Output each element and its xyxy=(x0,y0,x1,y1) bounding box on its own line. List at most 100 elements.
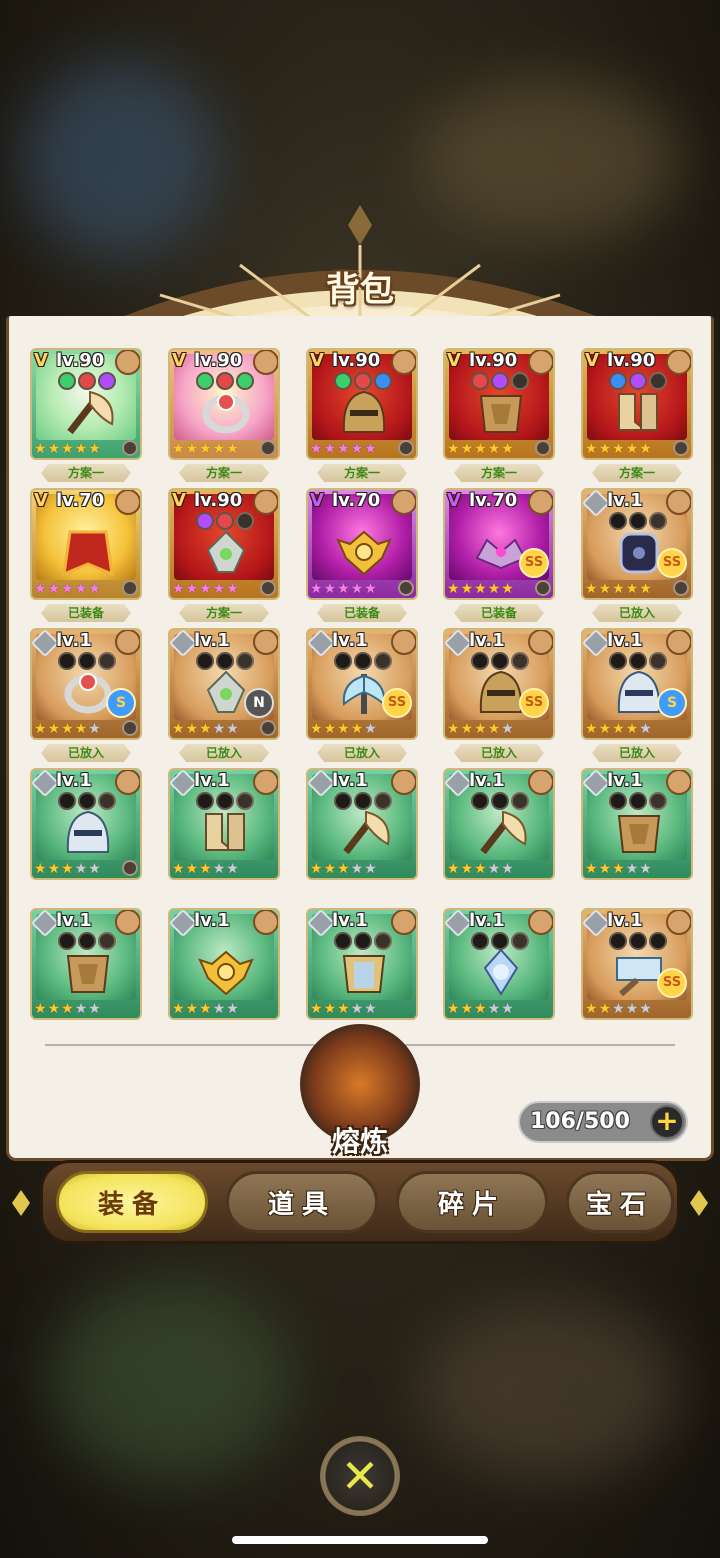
lock-icon xyxy=(260,720,276,736)
equipment-card[interactable]: Vlv.90 ★ ★ ★ ★ ★ xyxy=(30,348,142,460)
star-icon: ★ xyxy=(185,861,199,877)
star-rating: ★ ★ ★ ★ ★ xyxy=(34,581,101,597)
star-icon: ★ xyxy=(61,721,74,737)
equipment-card[interactable]: lv.1 SS ★ ★ ★ ★ ★ xyxy=(581,488,693,600)
equipment-card[interactable]: lv.1 ★ ★ ★ ★ ★ xyxy=(30,908,142,1020)
equipment-card[interactable]: lv.1 N ★ ★ ★ ★ ★ xyxy=(168,628,280,740)
equipment-card[interactable]: Vlv.70 ★ ★ ★ ★ ★ xyxy=(30,488,142,600)
star-icon: ★ xyxy=(639,581,652,597)
star-icon: ★ xyxy=(487,581,501,597)
equipment-card[interactable]: lv.1 ★ ★ ★ ★ ★ xyxy=(30,768,142,880)
star-icon: ★ xyxy=(460,861,474,877)
equipment-card[interactable]: Vlv.90 ★ ★ ★ ★ ★ xyxy=(168,348,280,460)
equipment-card[interactable]: lv.1 ★ ★ ★ ★ ★ xyxy=(168,768,280,880)
level-label: lv.1 xyxy=(607,770,643,791)
equipment-ring-icon xyxy=(202,393,250,434)
smelt-button[interactable]: 熔炼 xyxy=(300,1024,420,1158)
equip-status-tag: 已装备 xyxy=(454,604,544,622)
star-icon: ★ xyxy=(88,861,101,877)
star-icon: ★ xyxy=(350,721,364,737)
expand-capacity-button[interactable]: + xyxy=(650,1105,684,1139)
star-icon: ★ xyxy=(172,581,185,597)
equipment-card[interactable]: Vlv.70 SS ★ ★ ★ ★ ★ xyxy=(443,488,555,600)
star-icon: ★ xyxy=(47,441,61,457)
equipment-card[interactable]: Vlv.90 ★ ★ ★ ★ ★ xyxy=(443,348,555,460)
vip-badge: V xyxy=(310,350,324,371)
grade-badge: SS xyxy=(657,548,687,578)
lock-icon xyxy=(260,440,276,456)
equipment-card[interactable]: lv.1 ★ ★ ★ ★ ★ xyxy=(581,768,693,880)
star-icon: ★ xyxy=(310,721,323,737)
level-label: lv.1 xyxy=(56,910,92,931)
star-icon: ★ xyxy=(88,441,101,457)
capacity-text: 106/500 xyxy=(530,1109,630,1134)
hero-avatar-icon xyxy=(528,350,553,375)
tab-fragments[interactable]: 碎片 xyxy=(396,1171,548,1233)
star-icon: ★ xyxy=(501,441,514,457)
star-icon: ★ xyxy=(460,441,474,457)
equipment-card[interactable]: lv.1 SS ★ ★ ★ ★ ★ xyxy=(306,628,418,740)
level-label: lv.90 xyxy=(194,350,243,371)
star-icon: ★ xyxy=(226,581,239,597)
level-label: lv.1 xyxy=(607,630,643,651)
star-rating: ★ ★ ★ ★ ★ xyxy=(172,1001,239,1017)
vip-badge: V xyxy=(310,490,324,511)
level-label: lv.70 xyxy=(56,490,105,511)
equipment-card[interactable]: lv.1 SS ★ ★ ★ ★ ★ xyxy=(581,908,693,1020)
star-rating: ★ ★ ★ ★ ★ xyxy=(310,721,377,737)
star-icon: ★ xyxy=(74,721,88,737)
star-icon: ★ xyxy=(172,721,185,737)
equipment-card[interactable]: lv.1 SS ★ ★ ★ ★ ★ xyxy=(443,628,555,740)
equipment-boots-icon xyxy=(618,393,658,431)
star-icon: ★ xyxy=(310,441,323,457)
equip-status-tag: 方案一 xyxy=(41,464,131,482)
level-label: lv.90 xyxy=(194,490,243,511)
equipment-card[interactable]: lv.1 ★ ★ ★ ★ ★ xyxy=(443,908,555,1020)
equipment-card[interactable]: lv.1 ★ ★ ★ ★ ★ xyxy=(443,768,555,880)
equipment-card[interactable]: lv.1 S ★ ★ ★ ★ ★ xyxy=(581,628,693,740)
equipment-card[interactable]: lv.1 ★ ★ ★ ★ ★ xyxy=(306,768,418,880)
tab-equipment[interactable]: 装备 xyxy=(56,1171,208,1233)
equipment-card[interactable]: Vlv.90 ★ ★ ★ ★ ★ xyxy=(168,488,280,600)
star-icon: ★ xyxy=(337,581,350,597)
equip-status-tag: 方案一 xyxy=(317,464,407,482)
star-icon: ★ xyxy=(310,581,323,597)
tab-gems[interactable]: 宝石 xyxy=(566,1171,674,1233)
star-icon: ★ xyxy=(74,861,88,877)
star-icon: ★ xyxy=(323,861,337,877)
equipment-card[interactable]: Vlv.90 ★ ★ ★ ★ ★ xyxy=(306,348,418,460)
equipment-card[interactable]: Vlv.90 ★ ★ ★ ★ ★ xyxy=(581,348,693,460)
star-icon: ★ xyxy=(460,721,474,737)
level-label: lv.1 xyxy=(607,910,643,931)
star-rating: ★ ★ ★ ★ ★ xyxy=(172,441,239,457)
star-icon: ★ xyxy=(199,1001,212,1017)
equipment-card[interactable]: lv.1 ★ ★ ★ ★ ★ xyxy=(306,908,418,1020)
equipment-card[interactable]: lv.1 ★ ★ ★ ★ ★ xyxy=(168,908,280,1020)
equipment-card[interactable]: lv.1 S ★ ★ ★ ★ ★ xyxy=(30,628,142,740)
star-icon: ★ xyxy=(474,861,487,877)
equipment-card[interactable]: Vlv.70 ★ ★ ★ ★ ★ xyxy=(306,488,418,600)
hero-avatar-icon xyxy=(253,910,278,935)
equipment-armor2-icon xyxy=(342,955,386,993)
equip-status-tag: 已装备 xyxy=(41,604,131,622)
equip-status-tag: 已装备 xyxy=(317,604,407,622)
hero-avatar-icon xyxy=(528,630,553,655)
close-button[interactable]: ✕ xyxy=(320,1436,400,1516)
star-icon: ★ xyxy=(34,721,47,737)
tab-items[interactable]: 道具 xyxy=(226,1171,378,1233)
star-icon: ★ xyxy=(598,1001,612,1017)
level-label: lv.1 xyxy=(194,910,230,931)
equip-status-tag: 已放入 xyxy=(179,744,269,762)
hero-avatar-icon xyxy=(391,350,416,375)
hero-avatar-icon xyxy=(666,350,691,375)
star-icon: ★ xyxy=(226,861,239,877)
star-icon: ★ xyxy=(501,581,514,597)
lock-icon xyxy=(673,580,689,596)
level-label: lv.1 xyxy=(607,490,643,511)
lock-icon xyxy=(122,860,138,876)
equipment-armor-icon xyxy=(617,815,661,853)
star-icon: ★ xyxy=(212,861,226,877)
star-icon: ★ xyxy=(199,721,212,737)
star-icon: ★ xyxy=(364,861,377,877)
star-icon: ★ xyxy=(350,441,364,457)
